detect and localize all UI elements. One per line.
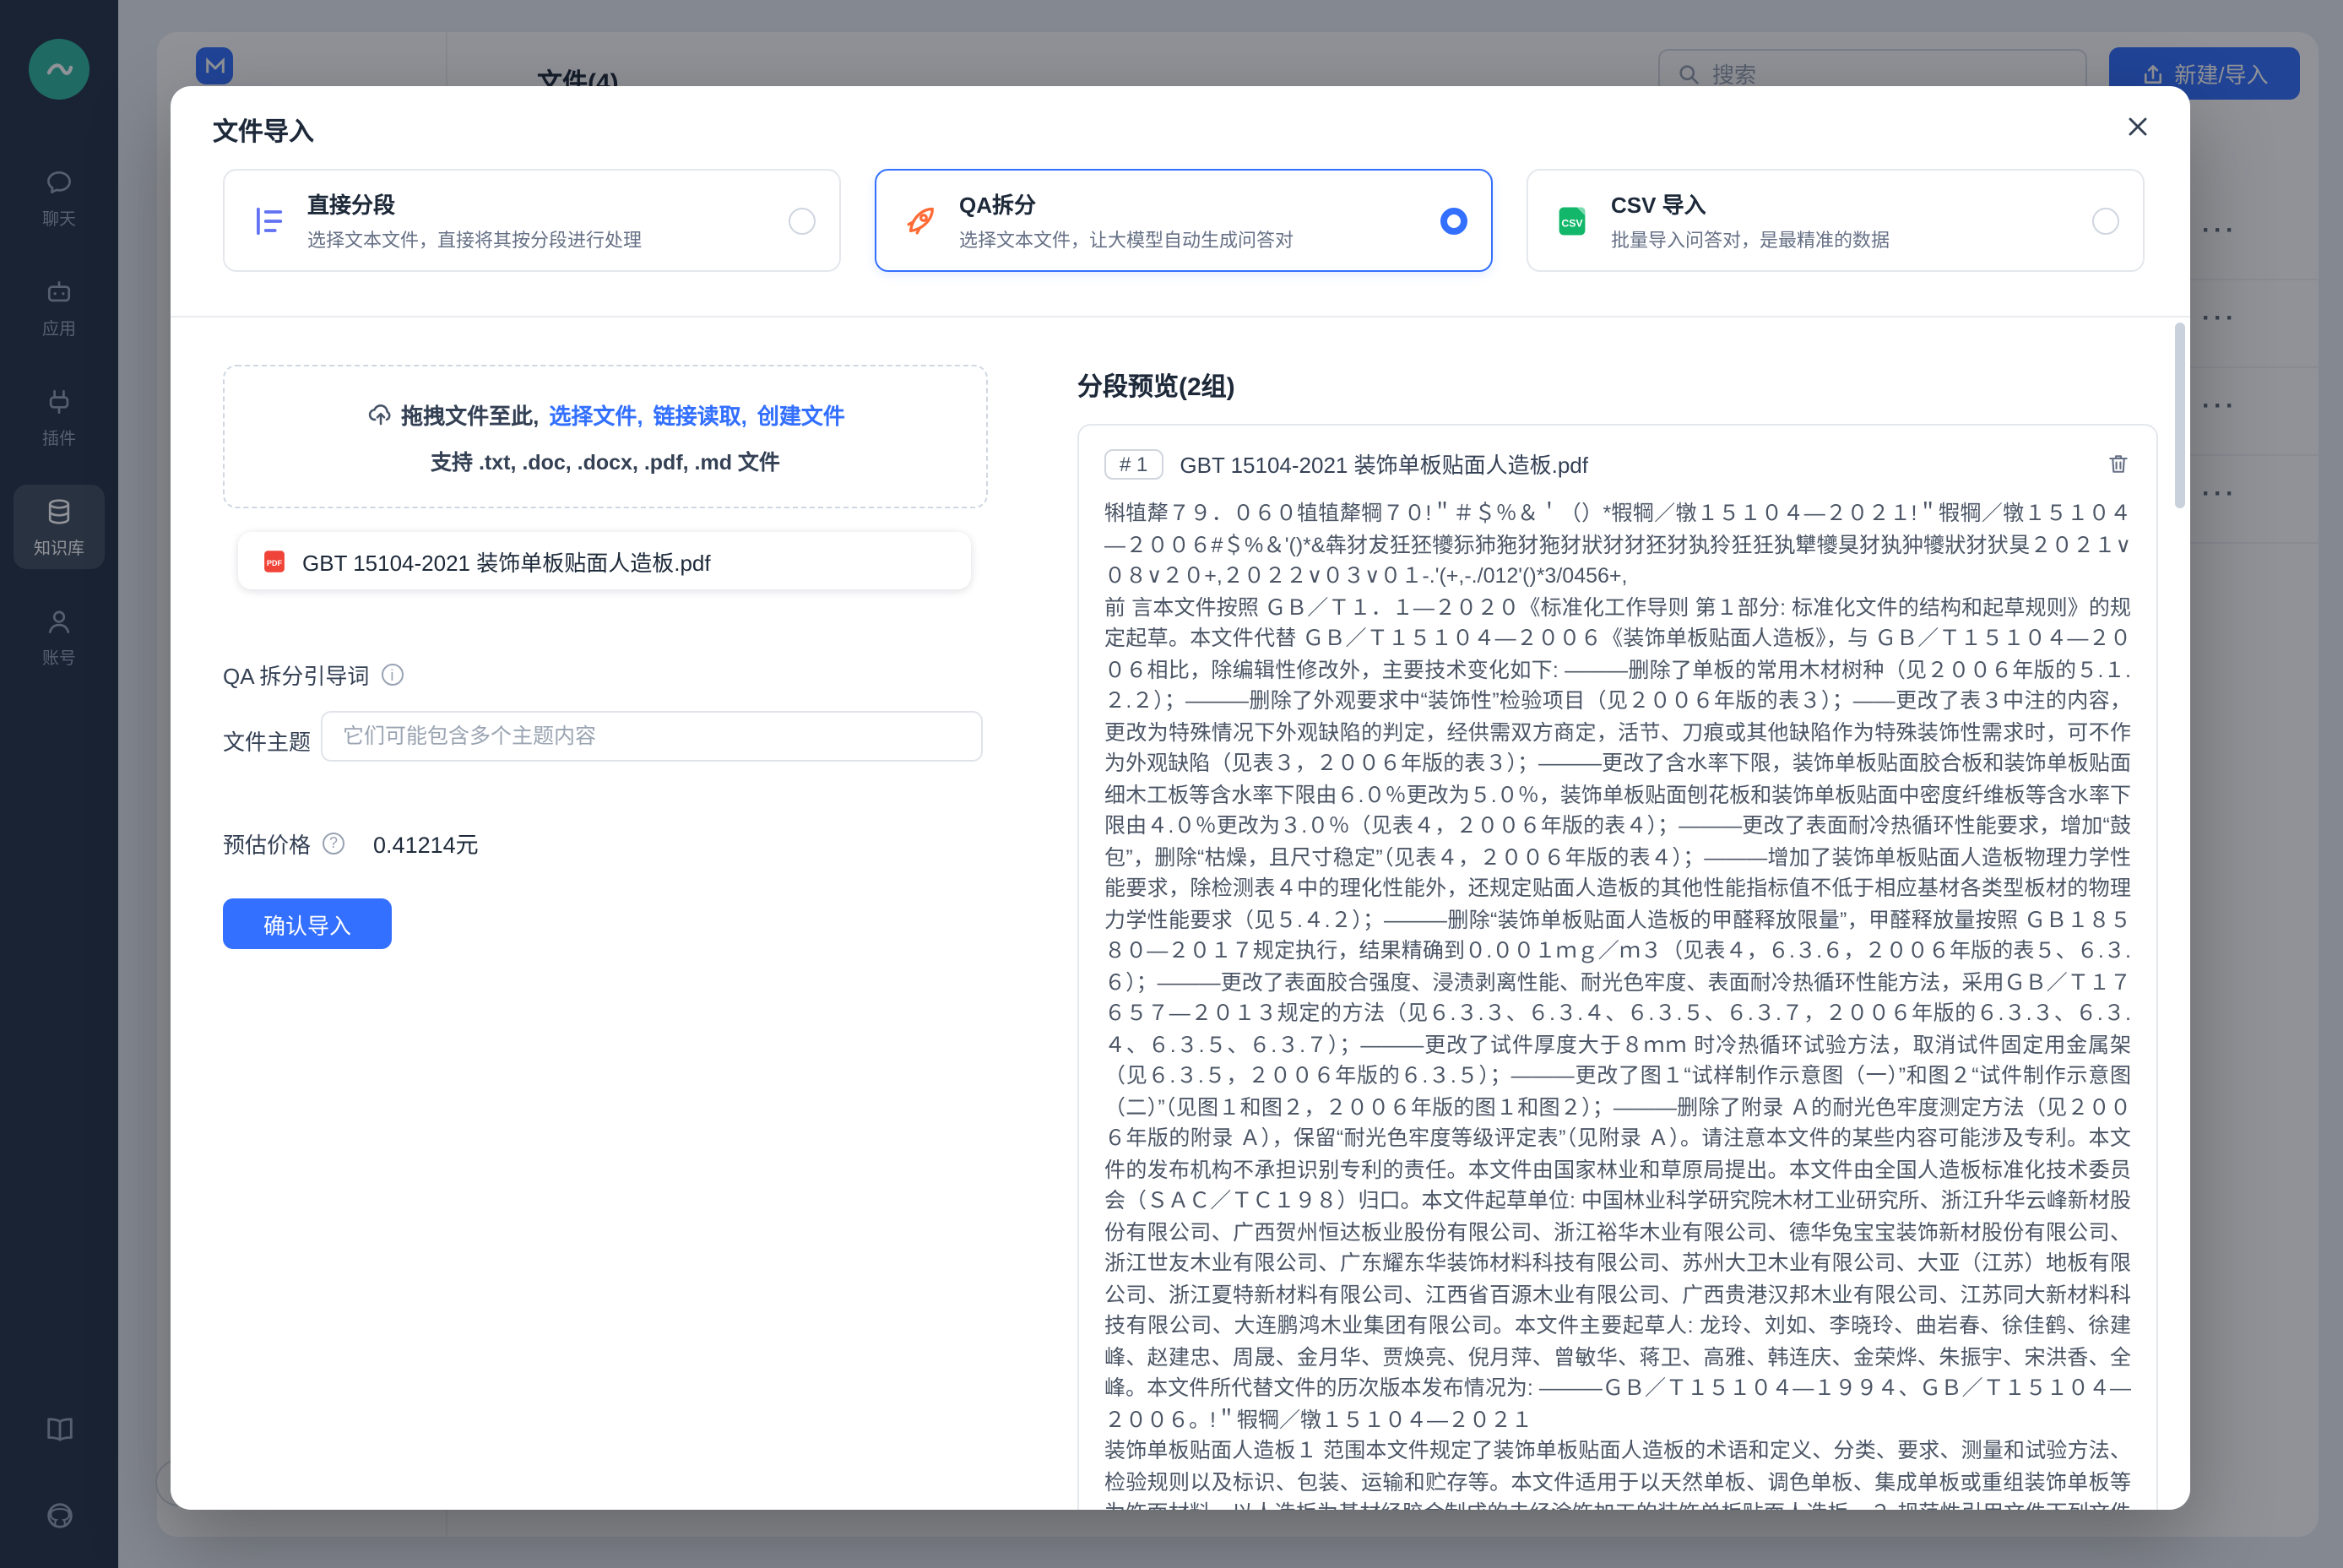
modal-scrollbar-thumb[interactable]	[2175, 323, 2185, 508]
dropzone-support-text: 支持 .txt, .doc, .docx, .pdf, .md 文件	[431, 443, 780, 475]
chunk-content: 犐犆犛７９．０６０犆犆犛犅７０!＂＃＄％＆＇（）*犌犅／犜１５１０４—２０２１!…	[1104, 498, 2131, 1510]
mode-card-desc: 选择文本文件，直接将其按分段进行处理	[307, 226, 770, 253]
mode-card-title: 直接分段	[307, 187, 770, 220]
import-mode-cards: 直接分段 选择文本文件，直接将其按分段进行处理 QA拆分 选择文本文件，让大模型…	[223, 169, 2145, 272]
mode-card-title: QA拆分	[959, 187, 1422, 220]
modal-divider	[171, 316, 2190, 317]
qa-prompt-label: QA 拆分引导词	[223, 659, 369, 691]
mode-card-text: QA拆分 选择文本文件，让大模型自动生成问答对	[959, 187, 1422, 253]
mode-card-qa-split[interactable]: QA拆分 选择文本文件，让大模型自动生成问答对	[875, 169, 1493, 272]
uploaded-file-item[interactable]: PDF GBT 15104-2021 装饰单板贴面人造板.pdf	[238, 532, 971, 589]
chunk-header: # 1 GBT 15104-2021 装饰单板贴面人造板.pdf	[1104, 448, 2131, 480]
price-label: 预估价格	[223, 827, 311, 859]
select-file-link[interactable]: 选择文件,	[549, 398, 643, 430]
file-dropzone[interactable]: 拖拽文件至此, 选择文件, 链接读取, 创建文件 支持 .txt, .doc, …	[223, 365, 988, 508]
close-icon	[2123, 111, 2153, 142]
radio-unselected[interactable]	[789, 207, 816, 234]
file-import-modal: 文件导入 直接分段 选择文本文件，直接将其按分段进行处理	[171, 86, 2190, 1510]
preview-chunk-card: # 1 GBT 15104-2021 装饰单板贴面人造板.pdf 犐犆犛７９．０…	[1077, 424, 2158, 1510]
dropzone-prefix: 拖拽文件至此,	[401, 398, 539, 430]
close-button[interactable]	[2123, 111, 2153, 142]
radio-unselected[interactable]	[2092, 207, 2119, 234]
qa-prompt-row: QA 拆分引导词 i	[223, 659, 403, 691]
csv-file-icon: CSV	[1552, 200, 1592, 241]
mode-card-desc: 选择文本文件，让大模型自动生成问答对	[959, 226, 1422, 253]
mode-card-desc: 批量导入问答对，是最精准的数据	[1611, 226, 2074, 253]
segment-icon	[248, 200, 289, 241]
svg-text:CSV: CSV	[1561, 217, 1583, 229]
screen: 聊天 应用 插件 知识库 账号	[0, 0, 2343, 1568]
mode-card-text: 直接分段 选择文本文件，直接将其按分段进行处理	[307, 187, 770, 253]
svg-text:PDF: PDF	[267, 558, 283, 567]
radio-selected[interactable]	[1440, 207, 1467, 234]
create-file-link[interactable]: 创建文件	[757, 398, 845, 430]
chunk-filename: GBT 15104-2021 装饰单板贴面人造板.pdf	[1180, 448, 2089, 480]
topic-label: 文件主题	[223, 724, 311, 757]
mode-card-csv-import[interactable]: CSV CSV 导入 批量导入问答对，是最精准的数据	[1527, 169, 2145, 272]
info-icon[interactable]: i	[381, 664, 403, 686]
preview-title: 分段预览(2组)	[1077, 368, 1235, 404]
mode-card-direct-chunk[interactable]: 直接分段 选择文本文件，直接将其按分段进行处理	[223, 169, 841, 272]
rocket-icon	[900, 200, 941, 241]
help-icon[interactable]: ?	[323, 832, 344, 854]
confirm-import-button[interactable]: 确认导入	[223, 898, 392, 949]
mode-card-text: CSV 导入 批量导入问答对，是最精准的数据	[1611, 187, 2074, 253]
mode-card-title: CSV 导入	[1611, 187, 2074, 220]
link-read-link[interactable]: 链接读取,	[654, 398, 747, 430]
topic-input[interactable]	[321, 711, 983, 762]
dropzone-line1: 拖拽文件至此, 选择文件, 链接读取, 创建文件	[366, 398, 845, 430]
delete-chunk-icon[interactable]	[2106, 451, 2131, 476]
uploaded-file-name: GBT 15104-2021 装饰单板贴面人造板.pdf	[302, 545, 711, 577]
pdf-file-icon: PDF	[260, 546, 289, 575]
upload-cloud-icon	[366, 399, 394, 428]
price-value: 0.41214元	[373, 826, 479, 860]
chunk-index-badge: # 1	[1104, 448, 1163, 479]
modal-title: 文件导入	[213, 113, 314, 149]
price-row: 预估价格 ? 0.41214元	[223, 826, 479, 860]
